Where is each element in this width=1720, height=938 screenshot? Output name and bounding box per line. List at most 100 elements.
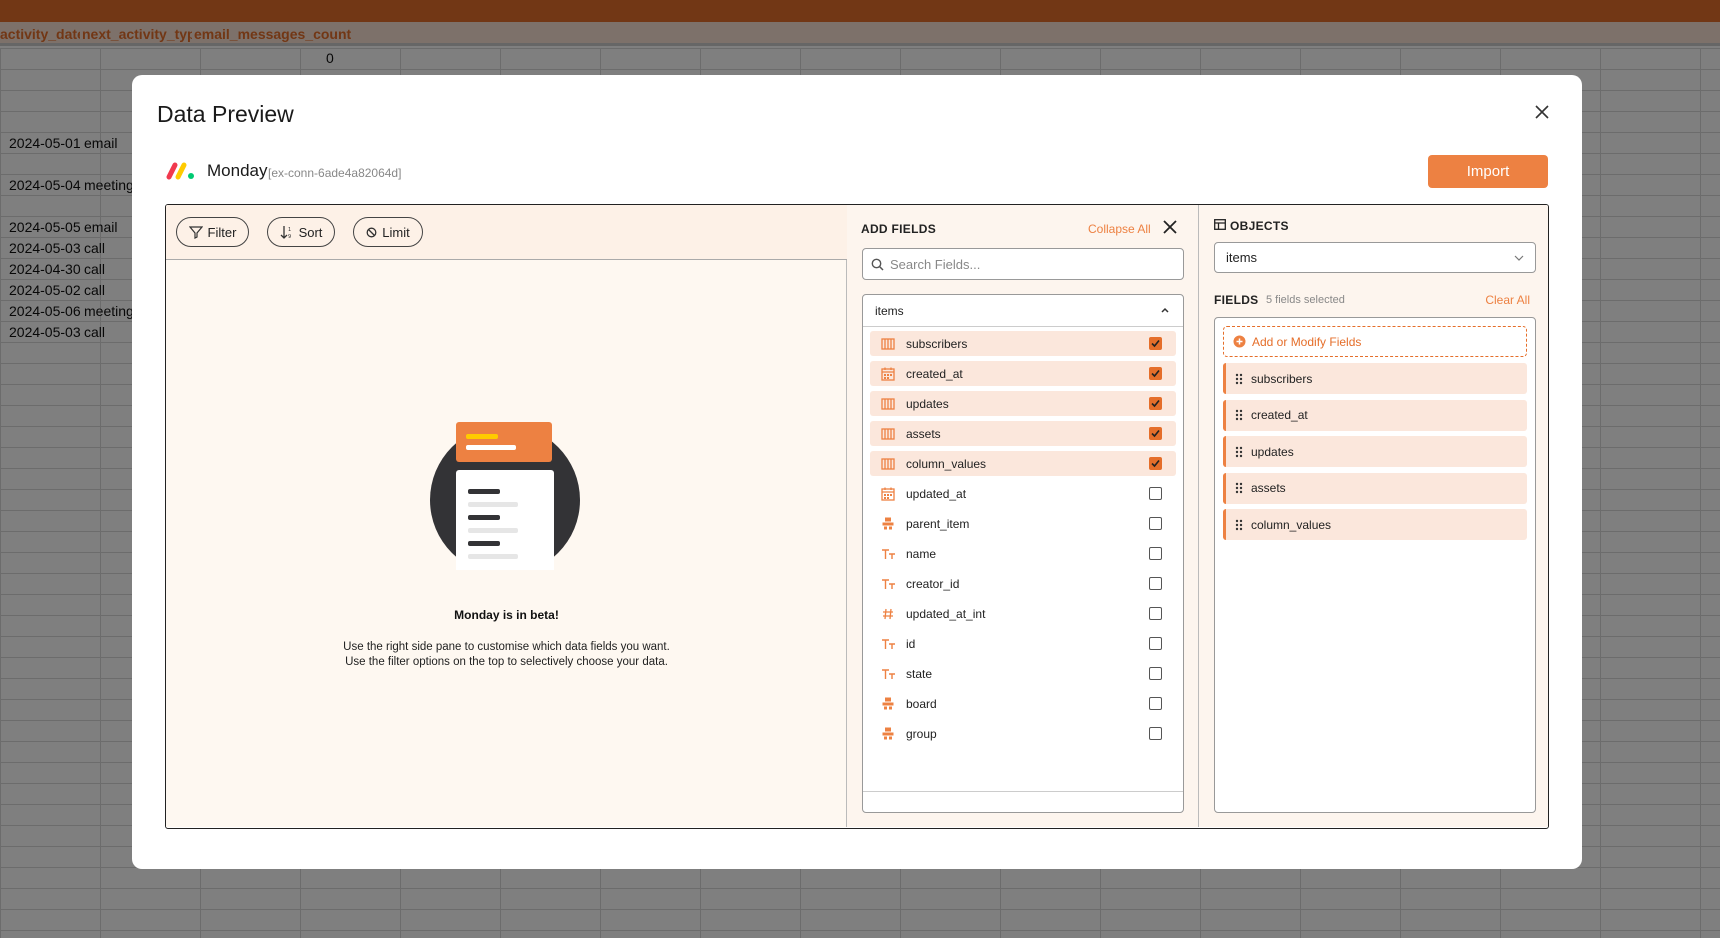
- field-label: updated_at_int: [906, 606, 986, 621]
- field-checkbox[interactable]: [1149, 487, 1162, 500]
- drag-handle-icon[interactable]: [1235, 373, 1243, 385]
- field-row-updated-at[interactable]: updated_at: [870, 481, 1176, 506]
- drag-handle-icon[interactable]: [1235, 409, 1243, 421]
- field-checkbox[interactable]: [1149, 517, 1162, 530]
- add-modify-label: Add or Modify Fields: [1252, 334, 1362, 349]
- sort-icon: 19: [280, 226, 291, 239]
- fields-count: 5 fields selected: [1266, 294, 1345, 306]
- limit-button[interactable]: Limit: [353, 217, 423, 247]
- selected-field-column-values[interactable]: column_values: [1223, 509, 1527, 540]
- field-row-creator-id[interactable]: creator_id: [870, 571, 1176, 596]
- monday-logo-icon: [166, 162, 194, 180]
- collapse-all-link[interactable]: Collapse All: [1088, 222, 1151, 236]
- clear-all-link[interactable]: Clear All: [1485, 293, 1530, 307]
- list-icon: [870, 337, 906, 350]
- field-group-header[interactable]: items: [863, 295, 1183, 327]
- limit-label: Limit: [382, 224, 410, 240]
- text-icon: [870, 578, 906, 590]
- field-label: name: [906, 546, 937, 561]
- beta-description-line-1: Use the right side pane to customise whi…: [343, 641, 670, 653]
- sort-button[interactable]: 19 Sort: [267, 217, 335, 247]
- import-button[interactable]: Import: [1428, 155, 1548, 188]
- object-select[interactable]: items: [1214, 242, 1536, 273]
- field-label: created_at: [906, 366, 963, 381]
- field-checkbox[interactable]: [1149, 457, 1162, 470]
- calendar-icon: [870, 367, 906, 381]
- add-fields-title: ADD FIELDS: [861, 222, 936, 236]
- selected-field-updates[interactable]: updates: [1223, 436, 1527, 467]
- svg-text:9: 9: [288, 234, 291, 239]
- selected-field-label: column_values: [1251, 517, 1332, 532]
- field-row-parent-item[interactable]: parent_item: [870, 511, 1176, 536]
- field-row-updated-at-int[interactable]: updated_at_int: [870, 601, 1176, 626]
- selected-field-label: updates: [1251, 444, 1294, 459]
- field-label: creator_id: [906, 576, 960, 591]
- object-select-value: items: [1226, 250, 1258, 265]
- fields-label: FIELDS: [1214, 293, 1259, 307]
- field-checkbox[interactable]: [1149, 667, 1162, 680]
- field-row-state[interactable]: state: [870, 661, 1176, 686]
- filter-icon: [188, 226, 203, 239]
- field-checkbox[interactable]: [1149, 607, 1162, 620]
- hash-icon: [870, 608, 906, 620]
- field-row-created-at[interactable]: created_at: [870, 361, 1176, 386]
- field-label: column_values: [906, 456, 987, 471]
- field-row-updates[interactable]: updates: [870, 391, 1176, 416]
- field-row-board[interactable]: board: [870, 691, 1176, 716]
- add-modify-fields-button[interactable]: Add or Modify Fields: [1223, 326, 1527, 357]
- field-label: state: [906, 666, 933, 681]
- selected-fields-list: Add or Modify Fields subscribers created_…: [1214, 317, 1536, 813]
- field-checkbox[interactable]: [1149, 547, 1162, 560]
- field-checkbox[interactable]: [1149, 637, 1162, 650]
- field-row-group[interactable]: group: [870, 721, 1176, 746]
- field-checkbox[interactable]: [1149, 337, 1162, 350]
- selected-field-subscribers[interactable]: subscribers: [1223, 363, 1527, 394]
- connector-name: Monday: [207, 161, 268, 180]
- calendar-icon: [870, 487, 906, 501]
- checkmark-icon: [1151, 399, 1160, 408]
- object-icon: [870, 727, 906, 740]
- field-row-subscribers[interactable]: subscribers: [870, 331, 1176, 356]
- field-checkbox[interactable]: [1149, 727, 1162, 740]
- field-row-column-values[interactable]: column_values: [870, 451, 1176, 476]
- checkmark-icon: [1151, 459, 1160, 468]
- close-icon[interactable]: [1532, 102, 1552, 122]
- field-checkbox[interactable]: [1149, 577, 1162, 590]
- search-fields[interactable]: [862, 248, 1184, 280]
- search-input[interactable]: [890, 256, 1150, 272]
- list-icon: [870, 427, 906, 440]
- limit-icon: [366, 227, 377, 237]
- preview-area: Filter 19 Sort Limit Monday is in beta! …: [166, 205, 847, 827]
- text-icon: [870, 638, 906, 650]
- connector-id: [ex-conn-6ade4a82064d]: [268, 166, 402, 180]
- plus-circle-icon: [1233, 335, 1246, 348]
- add-fields-pane: ADD FIELDS Collapse All items subscriber…: [847, 205, 1199, 827]
- sort-label: Sort: [298, 224, 323, 240]
- drag-handle-icon[interactable]: [1235, 519, 1243, 531]
- chevron-up-icon[interactable]: [1159, 304, 1171, 316]
- field-row-name[interactable]: name: [870, 541, 1176, 566]
- selected-field-label: assets: [1251, 481, 1286, 495]
- close-icon[interactable]: [1162, 219, 1178, 235]
- selected-field-label: created_at: [1251, 408, 1308, 422]
- field-label: updated_at: [906, 486, 967, 501]
- svg-text:1: 1: [288, 227, 291, 233]
- selected-field-created-at[interactable]: created_at: [1223, 399, 1527, 431]
- beta-description-line-2: Use the filter options on the top to sel…: [345, 656, 668, 668]
- field-checkbox[interactable]: [1149, 697, 1162, 710]
- field-checkbox[interactable]: [1149, 397, 1162, 410]
- drag-handle-icon[interactable]: [1235, 446, 1243, 458]
- field-row-id[interactable]: id: [870, 631, 1176, 656]
- list-icon: [870, 397, 906, 410]
- list-icon: [870, 457, 906, 470]
- field-checkbox[interactable]: [1149, 427, 1162, 440]
- field-checkbox[interactable]: [1149, 367, 1162, 380]
- checkmark-icon: [1151, 339, 1160, 348]
- field-label: id: [906, 636, 916, 651]
- selected-field-assets[interactable]: assets: [1223, 472, 1527, 504]
- text-icon: [870, 548, 906, 560]
- drag-handle-icon[interactable]: [1235, 482, 1243, 494]
- filter-button[interactable]: Filter: [176, 217, 249, 247]
- preview-toolbar: Filter 19 Sort Limit: [166, 205, 847, 260]
- field-row-assets[interactable]: assets: [870, 421, 1176, 446]
